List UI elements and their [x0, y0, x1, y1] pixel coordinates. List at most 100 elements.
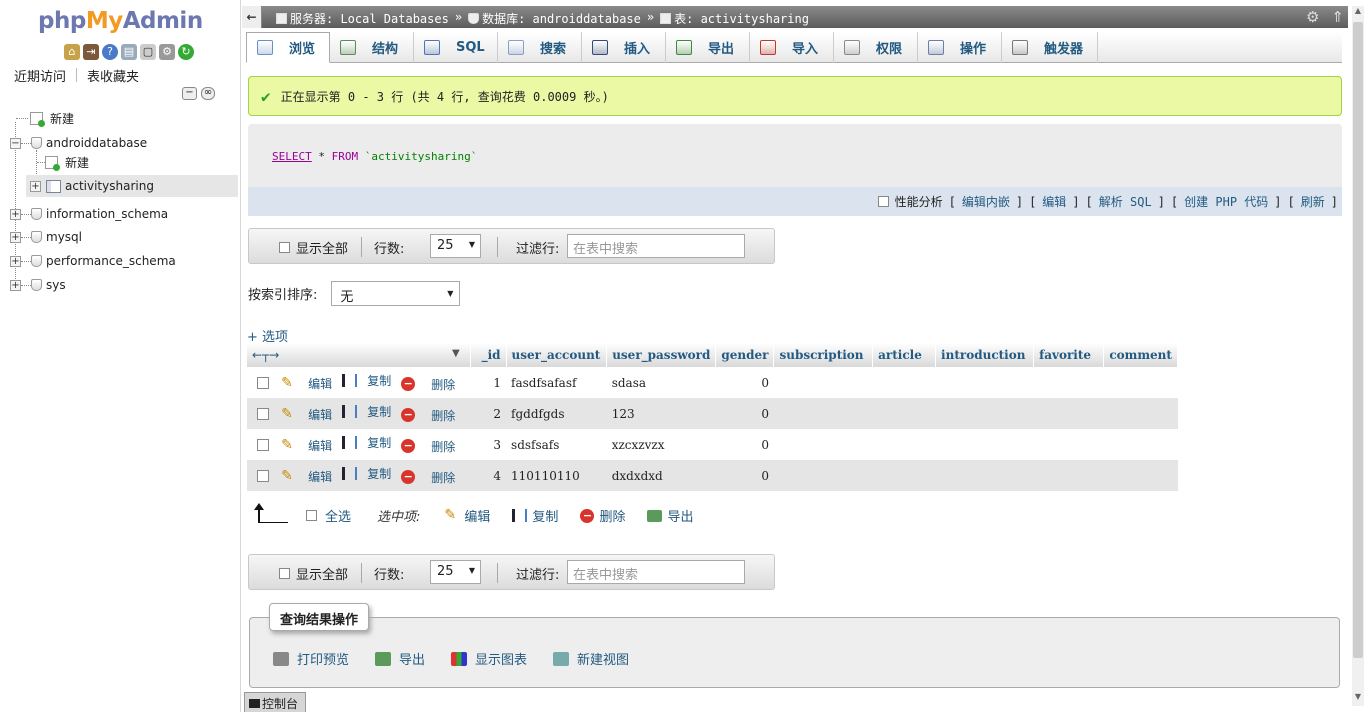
tab-sql[interactable]: SQL	[414, 32, 498, 63]
cell-article[interactable]	[872, 367, 936, 398]
recent-tab[interactable]: 近期访问	[10, 66, 70, 85]
cell-user-account[interactable]: sdsfsafs	[506, 429, 607, 460]
docs-icon[interactable]: ▤	[121, 44, 137, 60]
cell-user-account[interactable]: fgddfgds	[506, 398, 607, 429]
column-header-user-account[interactable]: user_account	[506, 343, 608, 367]
phpmyadmin-logo[interactable]: phpMyAdmin	[38, 8, 203, 34]
bulk-copy-button[interactable]: 复制	[512, 506, 558, 525]
column-header-user-password[interactable]: user_password	[606, 343, 717, 367]
sort-dropdown-icon[interactable]: ▼	[452, 348, 460, 359]
column-header-favorite[interactable]: favorite	[1033, 343, 1105, 367]
cell-user-password[interactable]: sdasa	[606, 367, 716, 398]
table-row[interactable]: ✎ 编辑 复制 − 删除 2 fgddfgds 123 0	[247, 398, 1178, 429]
tree-item-activitysharing[interactable]: + activitysharing	[26, 175, 238, 197]
column-header-comment[interactable]: comment	[1103, 343, 1178, 367]
cell-subscription[interactable]	[773, 460, 873, 491]
tab-export[interactable]: 导出	[666, 32, 750, 63]
row-delete-button[interactable]: − 删除	[401, 469, 455, 486]
show-all-toggle[interactable]: 显示全部	[279, 564, 348, 583]
rows-select[interactable]: 25	[430, 234, 481, 258]
copy-query-icon[interactable]: ▢	[140, 44, 156, 60]
cell-introduction[interactable]	[935, 367, 1034, 398]
scrollbar-thumb[interactable]	[1353, 22, 1363, 658]
filter-input[interactable]: 在表中搜索	[567, 234, 745, 258]
tree-item-android-new[interactable]: 新建	[37, 151, 89, 173]
row-checkbox[interactable]	[257, 439, 269, 451]
row-edit-button[interactable]: ✎ 编辑	[281, 406, 332, 423]
table-row[interactable]: ✎ 编辑 复制 − 删除 4 110110110 dxdxdxd 0	[247, 460, 1178, 491]
cell-introduction[interactable]	[935, 460, 1034, 491]
export-link[interactable]: 导出	[399, 649, 425, 668]
tree-item-information-schema[interactable]: + information_schema	[10, 203, 168, 225]
exit-icon[interactable]: ⇥	[83, 44, 99, 60]
cell-article[interactable]	[872, 460, 936, 491]
expand-icon[interactable]: +	[30, 180, 41, 192]
column-header-id[interactable]: _id	[470, 343, 507, 367]
column-header-article[interactable]: article	[872, 343, 937, 367]
scroll-up-arrow[interactable]: ▲	[1352, 6, 1364, 20]
home-icon[interactable]: ⌂	[64, 44, 80, 60]
cell-comment[interactable]	[1103, 367, 1178, 398]
bulk-export-button[interactable]: 导出	[647, 506, 693, 525]
expand-icon[interactable]: +	[10, 208, 21, 220]
cell-comment[interactable]	[1103, 429, 1178, 460]
help-icon[interactable]: ?	[102, 44, 118, 60]
column-header-subscription[interactable]: subscription	[773, 343, 874, 367]
gear-icon[interactable]: ⚙	[1306, 8, 1319, 26]
cell-article[interactable]	[872, 429, 936, 460]
create-php-link[interactable]: 创建 PHP 代码	[1184, 193, 1268, 210]
breadcrumb-table[interactable]: 表: activitysharing	[660, 10, 809, 27]
row-edit-button[interactable]: ✎ 编辑	[281, 437, 332, 454]
bulk-delete-button[interactable]: − 删除	[580, 506, 625, 525]
tree-item-new[interactable]: 新建	[16, 107, 74, 129]
expand-icon[interactable]: +	[10, 231, 21, 243]
row-delete-button[interactable]: − 删除	[401, 438, 455, 455]
sort-select[interactable]: 无	[331, 281, 461, 306]
cell-user-password[interactable]: 123	[606, 398, 716, 429]
edit-inline-link[interactable]: 编辑内嵌	[962, 193, 1010, 210]
tab-search[interactable]: 搜索	[498, 32, 582, 63]
row-delete-button[interactable]: − 删除	[401, 376, 455, 393]
row-copy-button[interactable]: 复制	[342, 403, 391, 420]
cell-gender[interactable]: 0	[715, 398, 774, 429]
check-all-label[interactable]: 全选	[325, 506, 351, 525]
cell-introduction[interactable]	[935, 429, 1034, 460]
cell-user-password[interactable]: dxdxdxd	[606, 460, 716, 491]
show-all-checkbox[interactable]	[279, 242, 290, 253]
cell-favorite[interactable]	[1033, 460, 1104, 491]
cell-gender[interactable]: 0	[715, 429, 774, 460]
reload-icon[interactable]: ↻	[178, 44, 194, 60]
row-copy-button[interactable]: 复制	[342, 434, 391, 451]
bulk-edit-button[interactable]: ✎ 编辑	[444, 506, 490, 526]
vertical-scrollbar[interactable]: ▲ ▼	[1352, 6, 1364, 706]
print-preview-link[interactable]: 打印预览	[297, 649, 349, 668]
cell-id[interactable]: 4	[470, 460, 507, 491]
cell-gender[interactable]: 0	[715, 367, 774, 398]
column-header-gender[interactable]: gender	[715, 343, 775, 367]
cell-comment[interactable]	[1103, 398, 1178, 429]
sql-query-text[interactable]: SELECT * FROM `activitysharing`	[272, 150, 477, 163]
collapse-up-icon[interactable]: ⇑	[1331, 8, 1344, 26]
table-row[interactable]: ✎ 编辑 复制 − 删除 1 fasdfsafasf sdasa 0	[247, 367, 1178, 398]
cell-subscription[interactable]	[773, 398, 873, 429]
console-tab[interactable]: 控制台	[244, 692, 306, 712]
row-copy-button[interactable]: 复制	[342, 465, 391, 482]
tab-triggers[interactable]: 触发器	[1002, 32, 1098, 63]
tab-insert[interactable]: 插入	[582, 32, 666, 63]
expand-icon[interactable]: +	[10, 255, 21, 267]
column-header-introduction[interactable]: introduction	[935, 343, 1035, 367]
cell-user-account[interactable]: fasdfsafasf	[506, 367, 607, 398]
scroll-down-arrow[interactable]: ▼	[1352, 692, 1364, 706]
cell-subscription[interactable]	[773, 429, 873, 460]
collapse-nav-button[interactable]: ←	[242, 6, 262, 28]
row-checkbox[interactable]	[257, 377, 269, 389]
cell-user-password[interactable]: xzcxzvzx	[606, 429, 716, 460]
show-all-toggle[interactable]: 显示全部	[279, 238, 348, 257]
row-edit-button[interactable]: ✎ 编辑	[281, 375, 332, 392]
favorites-tab[interactable]: 表收藏夹	[83, 66, 143, 85]
display-chart-link[interactable]: 显示图表	[475, 649, 527, 668]
refresh-link[interactable]: 刷新	[1301, 193, 1325, 210]
row-checkbox[interactable]	[257, 408, 269, 420]
tab-import[interactable]: 导入	[750, 32, 834, 63]
table-row[interactable]: ✎ 编辑 复制 − 删除 3 sdsfsafs xzcxzvzx 0	[247, 429, 1178, 460]
